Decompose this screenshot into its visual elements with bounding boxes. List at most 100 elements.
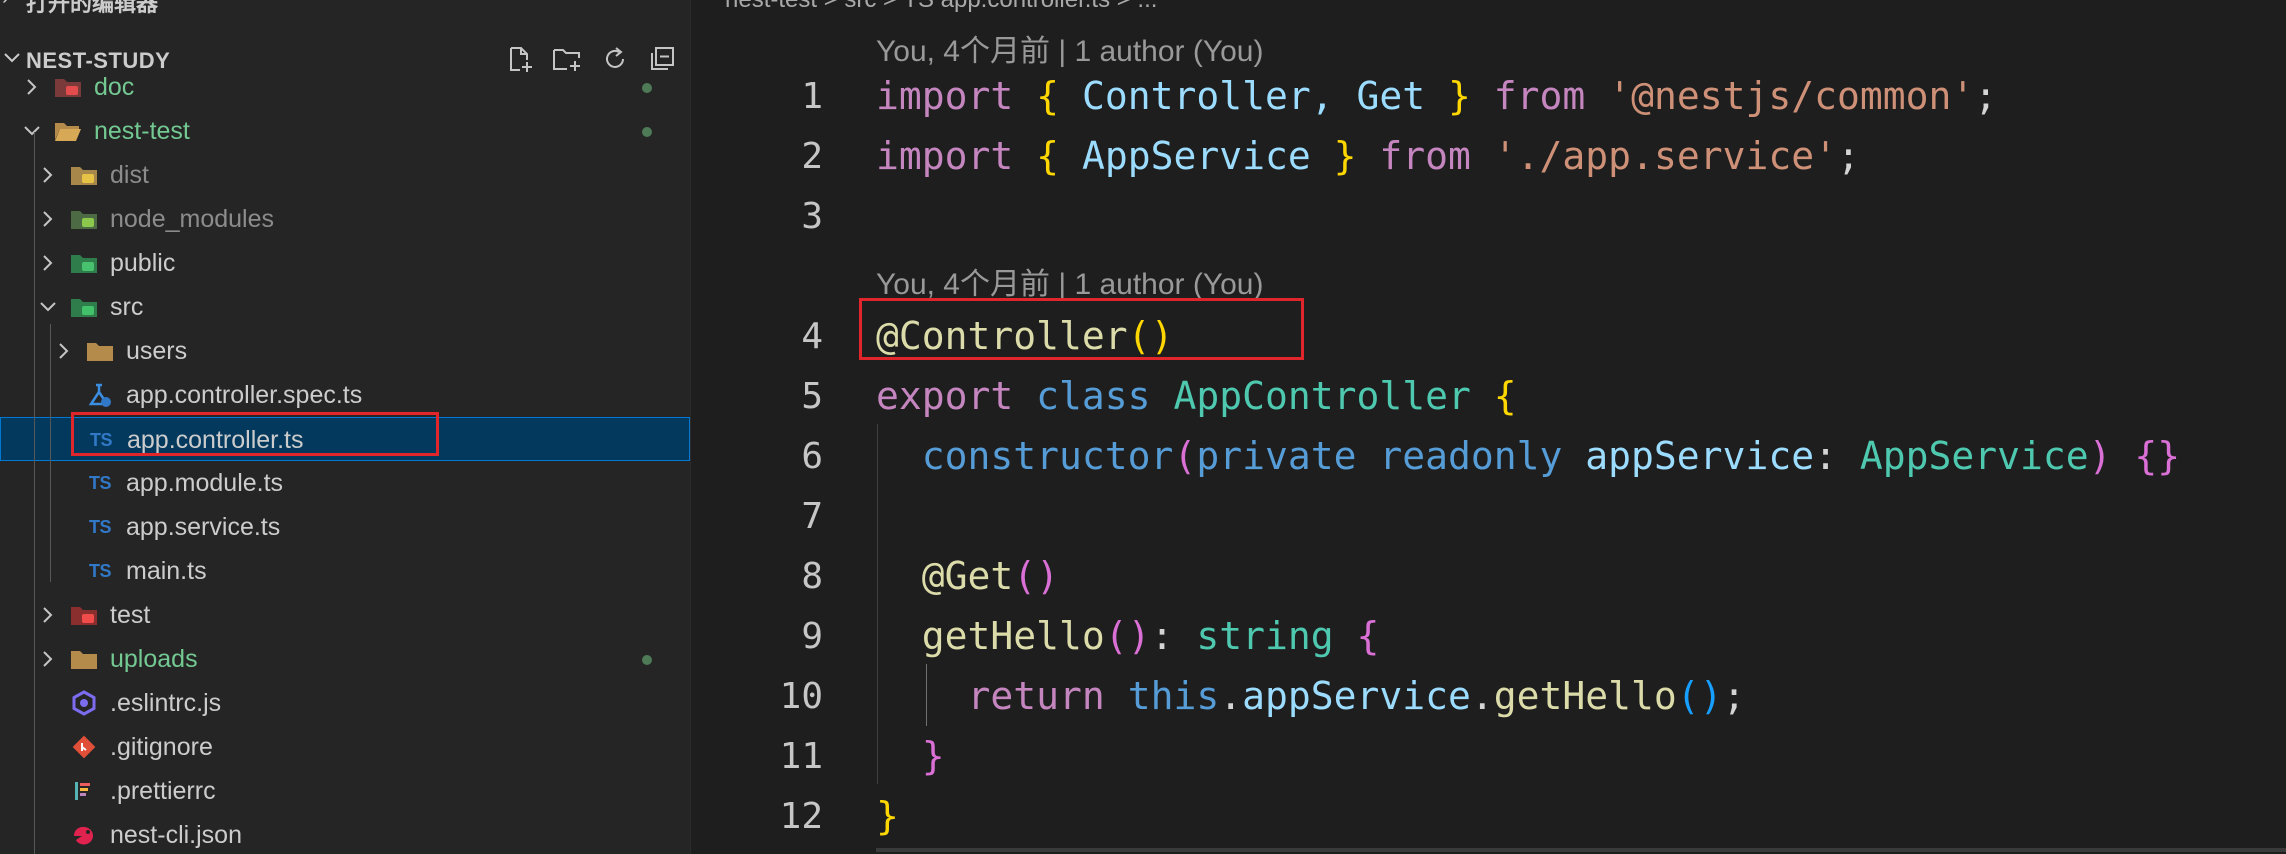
tree-folder-doc[interactable]: doc (0, 65, 690, 109)
code-token: readonly (1379, 434, 1563, 478)
indent-guide (34, 132, 35, 854)
chevron-down-icon[interactable] (38, 297, 58, 317)
open-editors-title: 打开的编辑器 (26, 0, 159, 16)
tree-file--gitignore[interactable]: .gitignore (0, 725, 690, 769)
code-line[interactable]: 2 import { AppService } from './app.servi… (691, 130, 2286, 186)
indent-guide (877, 424, 878, 784)
tree-item-label: nest-test (94, 117, 190, 145)
code-token: constructor (921, 434, 1174, 478)
tree-file-main-ts[interactable]: TS main.ts (0, 549, 690, 593)
code-token: AppController (1173, 374, 1471, 418)
eslint-file-icon (70, 690, 98, 716)
code-token: return (967, 674, 1105, 718)
code-token: { (1356, 614, 1380, 658)
tree-file-app-service-ts[interactable]: TS app.service.ts (0, 505, 690, 549)
tree-folder-public[interactable]: public (0, 241, 690, 285)
code-editor[interactable]: nest-test > src > TS app.controller.ts >… (691, 0, 2286, 854)
tree-item-label: app.service.ts (126, 513, 281, 541)
tree-item-label: doc (94, 73, 135, 101)
breadcrumb[interactable]: nest-test > src > TS app.controller.ts >… (725, 0, 1157, 14)
indent-guide (926, 664, 927, 726)
code-token: () (1676, 674, 1723, 718)
code-line[interactable]: 11 } (691, 730, 2286, 786)
chevron-right-icon[interactable] (38, 165, 58, 185)
tree-item-label: test (110, 601, 151, 629)
line-number: 3 (801, 196, 823, 237)
line-number: 12 (779, 796, 823, 837)
tree-folder-dist[interactable]: dist (0, 153, 690, 197)
code-token: appService (1585, 434, 1815, 478)
code-token: './app.service' (1493, 134, 1837, 178)
chevron-right-icon: › (2, 0, 9, 10)
code-token: import (876, 74, 1014, 118)
tree-file--eslintrc-js[interactable]: .eslintrc.js (0, 681, 690, 725)
code-line[interactable]: 6 constructor(private readonly appServic… (691, 430, 2286, 486)
codelens-author[interactable]: You, 4个月前 | 1 author (You) (876, 259, 1263, 303)
chevron-down-icon[interactable] (22, 121, 42, 141)
line-number: 2 (801, 136, 823, 177)
open-editors-header[interactable]: › 打开的编辑器 (0, 0, 690, 18)
code-token: this (1127, 674, 1220, 718)
open-folder-icon (54, 118, 82, 144)
tree-folder-users[interactable]: users (0, 329, 690, 373)
tree-folder-test[interactable]: test (0, 593, 690, 637)
code-line[interactable]: 8 @Get() (691, 550, 2286, 606)
code-token: . (1219, 674, 1243, 718)
tree-item-label: app.controller.spec.ts (126, 381, 363, 409)
code-token: : (1150, 614, 1197, 658)
tree-file-app-module-ts[interactable]: TS app.module.ts (0, 461, 690, 505)
code-token: . (1470, 674, 1494, 718)
line-number: 7 (801, 496, 823, 537)
code-token: ) (2088, 434, 2135, 478)
code-line[interactable]: 10 return this.appService.getHello(); (691, 670, 2286, 726)
code-line[interactable]: 3 (691, 190, 2286, 246)
chevron-right-icon[interactable] (38, 253, 58, 273)
tree-item-label: node_modules (110, 205, 275, 233)
code-text: import { Controller, Get } from '@nestjs… (876, 74, 1997, 118)
tree-file--prettierrc[interactable]: .prettierrc (0, 769, 690, 813)
tree-file-nest-cli-json[interactable]: nest-cli.json (0, 813, 690, 854)
tree-item-label: users (126, 337, 188, 365)
code-line[interactable]: 7 (691, 490, 2286, 546)
tree-folder-nest-test[interactable]: nest-test (0, 109, 690, 153)
line-number: 11 (779, 736, 823, 777)
line-number: 5 (801, 376, 823, 417)
line-number: 8 (801, 556, 823, 597)
typescript-file-icon: TS (88, 472, 112, 493)
code-line[interactable]: 9 getHello(): string { (691, 610, 2286, 666)
modified-dot-icon (642, 83, 652, 93)
code-line[interactable]: 1 import { Controller, Get } from '@nestj… (691, 70, 2286, 126)
tree-item-label: .prettierrc (110, 777, 216, 805)
code-text: @Get() (876, 554, 1059, 598)
code-token: getHello (921, 614, 1105, 658)
tree-folder-uploads[interactable]: uploads (0, 637, 690, 681)
line-number: 9 (801, 616, 823, 657)
code-token: { (1036, 74, 1060, 118)
tree-folder-node-modules[interactable]: node_modules (0, 197, 690, 241)
code-line[interactable]: 5 export class AppController { (691, 370, 2286, 426)
code-token: getHello (1493, 674, 1677, 718)
chevron-right-icon[interactable] (54, 341, 74, 361)
tree-folder-src[interactable]: src (0, 285, 690, 329)
code-token: ; (1974, 74, 1998, 118)
code-token: () (1104, 614, 1151, 658)
chevron-right-icon[interactable] (38, 209, 58, 229)
code-text: return this.appService.getHello(); (876, 674, 1746, 718)
editor-bottom-border (876, 848, 2286, 852)
code-token: ; (1836, 134, 1860, 178)
codelens-author[interactable]: You, 4个月前 | 1 author (You) (876, 26, 1263, 70)
explorer-section-header[interactable]: NEST-STUDY (0, 20, 690, 73)
tree-item-label: nest-cli.json (110, 821, 242, 849)
code-line[interactable]: 12} (691, 790, 2286, 846)
chevron-right-icon[interactable] (38, 605, 58, 625)
chevron-right-icon[interactable] (38, 649, 58, 669)
tree-file-app-controller-spec-ts[interactable]: app.controller.spec.ts (0, 373, 690, 417)
chevron-right-icon[interactable] (22, 77, 42, 97)
tree-item-label: main.ts (126, 557, 207, 585)
